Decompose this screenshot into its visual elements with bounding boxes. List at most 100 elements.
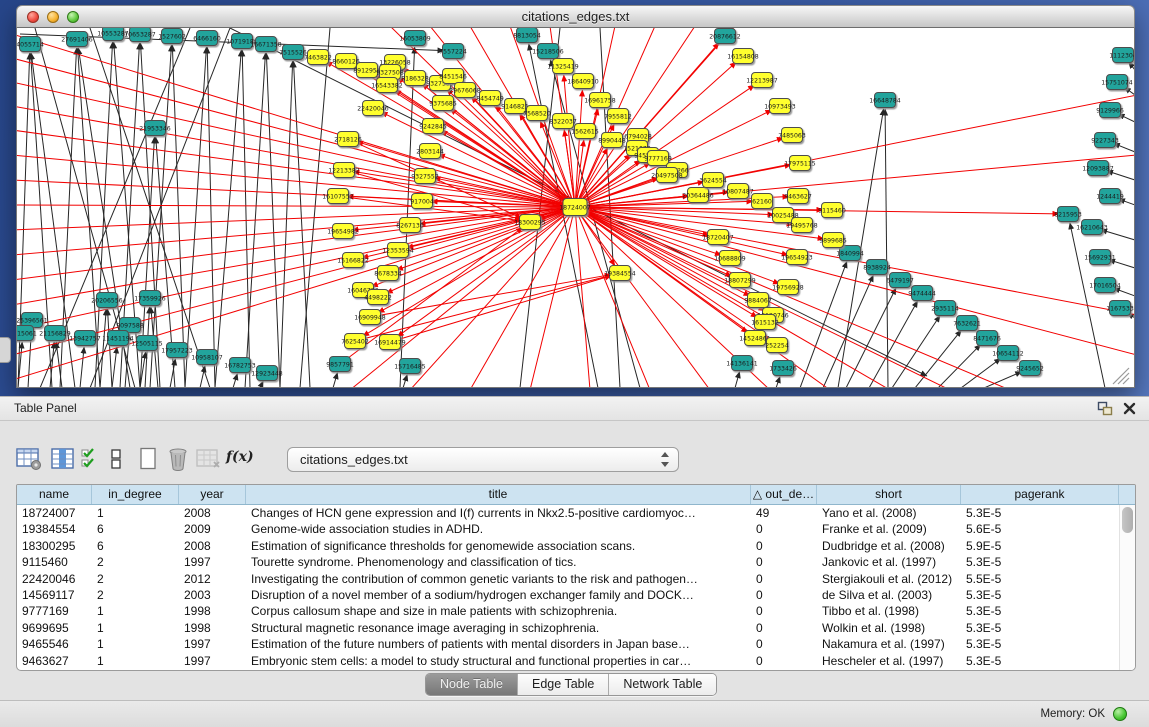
network-node[interactable]: 14136141	[726, 356, 758, 371]
table-cell-year[interactable]: 2008	[179, 538, 246, 554]
network-node[interactable]: 17975115	[784, 156, 816, 171]
table-cell-title[interactable]: Changes of HCN gene expression and I(f) …	[246, 505, 751, 521]
table-cell-out_degree[interactable]: 0	[751, 620, 817, 636]
network-node[interactable]: 1733426	[769, 361, 797, 376]
table-cell-short[interactable]: Stergiakouli et al. (2012)	[817, 571, 961, 587]
table-scrollbar[interactable]	[1119, 505, 1135, 670]
rows-icon[interactable]	[110, 447, 122, 471]
table-cell-pagerank[interactable]: 5.3E-5	[961, 603, 1119, 619]
zoom-window-button[interactable]	[67, 11, 79, 23]
network-node[interactable]: 7625402	[341, 334, 369, 349]
table-cell-in_degree[interactable]: 1	[92, 636, 179, 652]
network-node[interactable]: 8660126	[332, 54, 360, 69]
table-cell-in_degree[interactable]: 2	[92, 571, 179, 587]
resize-grip-icon[interactable]	[1113, 368, 1129, 384]
network-node[interactable]: 16053809	[399, 31, 431, 46]
network-node[interactable]: 9129966	[1096, 103, 1124, 118]
network-node[interactable]: 10654112	[992, 346, 1024, 361]
network-node[interactable]: 8990448	[598, 133, 626, 148]
network-node[interactable]: 4498222	[364, 290, 392, 305]
table-source-select[interactable]: citations_edges.txt	[287, 447, 679, 472]
network-node[interactable]: 6466160	[193, 31, 221, 46]
table-cell-out_degree[interactable]: 0	[751, 636, 817, 652]
network-node[interactable]: 8471676	[973, 331, 1001, 346]
network-node[interactable]: 9245652	[1016, 361, 1044, 376]
table-cell-pagerank[interactable]: 5.3E-5	[961, 505, 1119, 521]
table-cell-short[interactable]: Hescheler et al. (1997)	[817, 653, 961, 669]
table-cell-title[interactable]: Corpus callosum shape and size in male p…	[246, 603, 751, 619]
network-node[interactable]: 21156829	[39, 326, 71, 341]
network-node[interactable]: 11325419	[547, 59, 579, 74]
network-node[interactable]: 27691406	[61, 32, 93, 47]
table-cell-short[interactable]: Tibbo et al. (1998)	[817, 603, 961, 619]
table-cell-pagerank[interactable]: 5.3E-5	[961, 620, 1119, 636]
table-cell-in_degree[interactable]: 1	[92, 620, 179, 636]
network-node[interactable]: 7463822	[304, 50, 332, 65]
table-row[interactable]: 1830029562008Estimation of significance …	[17, 538, 1119, 554]
table-cell-name[interactable]: 9465546	[17, 636, 92, 652]
network-node[interactable]: 12923448	[251, 366, 283, 381]
network-node[interactable]: 1167533	[1106, 301, 1134, 316]
network-node[interactable]: 9857791	[326, 357, 354, 372]
show-column-icon[interactable]	[50, 447, 76, 471]
table-cell-title[interactable]: Embryonic stem cells: a model to study s…	[246, 653, 751, 669]
network-node[interactable]: 917004	[410, 194, 434, 209]
table-cell-short[interactable]: Wolkin et al. (1998)	[817, 620, 961, 636]
network-node[interactable]: 4055714	[17, 37, 44, 52]
table-cell-short[interactable]: Dudbridge et al. (2008)	[817, 538, 961, 554]
table-cell-title[interactable]: Estimation of the future numbers of pati…	[246, 636, 751, 652]
table-cell-short[interactable]: Franke et al. (2009)	[817, 521, 961, 537]
table-cell-title[interactable]: Estimation of significance thresholds fo…	[246, 538, 751, 554]
network-node[interactable]: 10688809	[714, 251, 746, 266]
network-node[interactable]: 62160	[752, 194, 773, 209]
table-cell-out_degree[interactable]: 0	[751, 571, 817, 587]
table-cell-in_degree[interactable]: 2	[92, 554, 179, 570]
network-node[interactable]: 9242845	[419, 119, 447, 134]
network-node[interactable]: 7515526	[279, 45, 307, 60]
table-row[interactable]: 977716911998Corpus callosum shape and si…	[17, 603, 1119, 619]
network-node[interactable]: 1112304	[1109, 48, 1134, 63]
network-node[interactable]: 15751074	[1101, 75, 1133, 90]
table-cell-title[interactable]: Disruption of a novel member of a sodium…	[246, 587, 751, 603]
table-cell-in_degree[interactable]: 1	[92, 653, 179, 669]
network-node[interactable]: 3624554	[699, 173, 727, 188]
select-columns-icon[interactable]	[80, 447, 100, 471]
table-row[interactable]: 1938455462009Genome-wide association stu…	[17, 521, 1119, 537]
table-cell-title[interactable]: Investigating the contribution of common…	[246, 571, 751, 587]
scrollbar-thumb[interactable]	[1122, 507, 1133, 533]
table-cell-title[interactable]: Genome-wide association studies in ADHD.	[246, 521, 751, 537]
table-cell-pagerank[interactable]: 5.9E-5	[961, 538, 1119, 554]
table-cell-out_degree[interactable]: 0	[751, 587, 817, 603]
table-cell-in_degree[interactable]: 1	[92, 603, 179, 619]
network-node[interactable]: 1244419	[1096, 189, 1124, 204]
table-cell-name[interactable]: 9115460	[17, 554, 92, 570]
network-node[interactable]: 2803144	[416, 144, 444, 159]
network-node[interactable]: 16154808	[727, 49, 759, 64]
network-node[interactable]: 18724007	[559, 199, 591, 216]
network-node[interactable]: 17359926	[134, 291, 166, 306]
network-node[interactable]: 7632621	[953, 316, 981, 331]
network-node[interactable]: 252254	[765, 338, 789, 353]
table-cell-name[interactable]: 18724007	[17, 505, 92, 521]
table-cell-year[interactable]: 1998	[179, 620, 246, 636]
network-node[interactable]: 12213382	[328, 163, 360, 178]
network-node[interactable]: 1562615	[571, 124, 599, 139]
memory-ok-led-icon[interactable]	[1113, 707, 1127, 721]
table-cell-in_degree[interactable]: 2	[92, 587, 179, 603]
close-panel-icon[interactable]	[1122, 401, 1137, 416]
network-node[interactable]: 18640910	[567, 74, 599, 89]
table-mode-icon[interactable]	[16, 447, 42, 471]
table-cell-out_degree[interactable]: 0	[751, 603, 817, 619]
table-cell-year[interactable]: 1998	[179, 603, 246, 619]
network-node[interactable]: 8451546	[439, 69, 467, 84]
table-cell-pagerank[interactable]: 5.6E-5	[961, 521, 1119, 537]
table-cell-out_degree[interactable]: 0	[751, 538, 817, 554]
network-node[interactable]: 10807487	[722, 184, 754, 199]
network-node[interactable]: 9227343	[1091, 133, 1119, 148]
network-node[interactable]: 16648784	[869, 93, 901, 108]
table-cell-out_degree[interactable]: 49	[751, 505, 817, 521]
network-node[interactable]: 8813054	[513, 28, 541, 43]
network-node[interactable]: 19384554	[604, 266, 636, 281]
table-cell-name[interactable]: 19384554	[17, 521, 92, 537]
network-node[interactable]: 12093887	[1082, 161, 1114, 176]
